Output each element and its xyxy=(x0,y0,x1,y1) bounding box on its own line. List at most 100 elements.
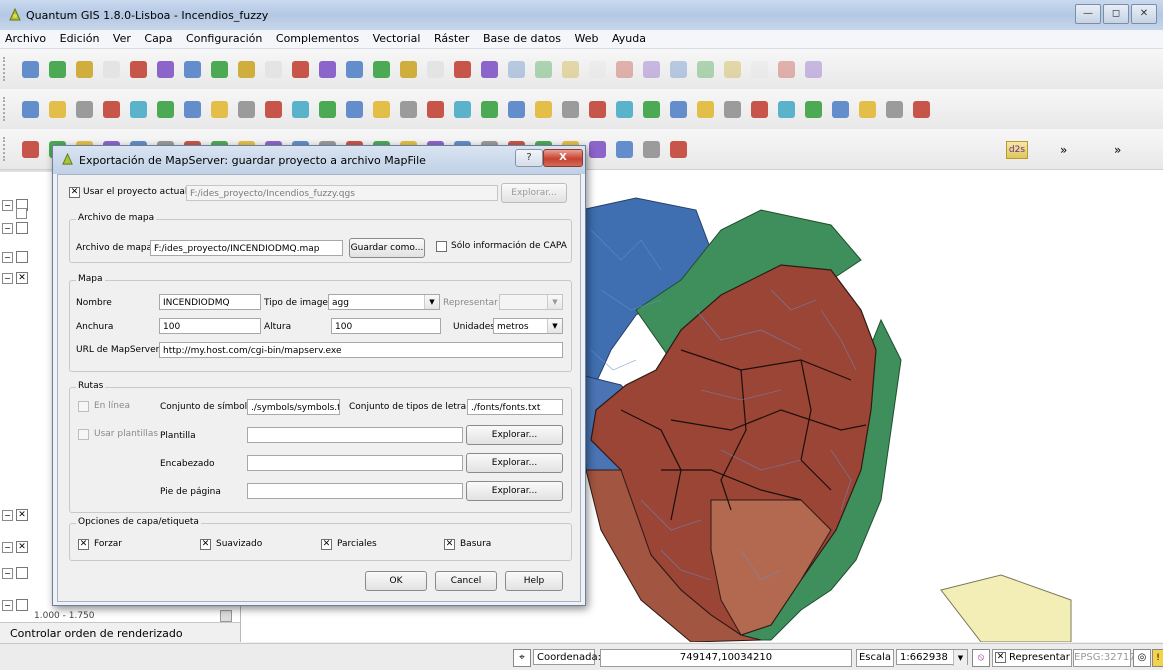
toolbar2-tool-icon[interactable] xyxy=(265,101,282,118)
toolbar1-tool-icon[interactable] xyxy=(76,61,93,78)
toolbar2-tool-icon[interactable] xyxy=(400,101,417,118)
toolbar3-tool-icon[interactable] xyxy=(670,141,687,158)
toolbar1-tool-icon[interactable] xyxy=(670,61,687,78)
symbols-field[interactable]: ./symbols/symbols.txt xyxy=(247,399,340,415)
toolbar1-tool-icon[interactable] xyxy=(508,61,525,78)
toolbar-overflow-1[interactable]: » xyxy=(1060,143,1067,157)
toolbar1-tool-icon[interactable] xyxy=(346,61,363,78)
cancel-button[interactable]: Cancel xyxy=(435,571,497,591)
menu-web[interactable]: Web xyxy=(569,30,603,45)
expand-icon[interactable]: − xyxy=(2,600,13,611)
expand-icon[interactable]: − xyxy=(2,252,13,263)
toolbar2-tool-icon[interactable] xyxy=(670,101,687,118)
toolbar1-tool-icon[interactable] xyxy=(535,61,552,78)
panel-scroll-down-icon[interactable] xyxy=(220,610,232,622)
toolbar-grip[interactable] xyxy=(3,97,9,121)
toolbar1-tool-icon[interactable] xyxy=(157,61,174,78)
toolbar2-tool-icon[interactable] xyxy=(805,101,822,118)
toolbar2-tool-icon[interactable] xyxy=(22,101,39,118)
units-combo[interactable]: metros ▼ xyxy=(493,318,563,334)
toolbar1-tool-icon[interactable] xyxy=(238,61,255,78)
layer-group-row[interactable]: − xyxy=(2,567,52,582)
toolbar2-tool-icon[interactable] xyxy=(49,101,66,118)
menu-archivo[interactable]: Archivo xyxy=(0,30,51,45)
toolbar-grip[interactable] xyxy=(3,57,9,81)
header-field[interactable] xyxy=(247,455,463,471)
layer-info-only-checkbox[interactable] xyxy=(436,241,447,252)
toolbar2-tool-icon[interactable] xyxy=(157,101,174,118)
coordinate-toggle-icon[interactable]: ⌖ xyxy=(513,649,531,667)
name-field[interactable]: INCENDIODMQ xyxy=(159,294,261,310)
toolbar1-tool-icon[interactable] xyxy=(616,61,633,78)
toolbar2-tool-icon[interactable] xyxy=(643,101,660,118)
toolbar2-tool-icon[interactable] xyxy=(130,101,147,118)
toolbar-overflow-2[interactable]: » xyxy=(1114,143,1121,157)
toolbar2-tool-icon[interactable] xyxy=(535,101,552,118)
toolbar1-tool-icon[interactable] xyxy=(265,61,282,78)
menu-raster[interactable]: Ráster xyxy=(429,30,474,45)
scale-dropdown-icon[interactable]: ▼ xyxy=(953,650,967,666)
toolbar2-tool-icon[interactable] xyxy=(427,101,444,118)
toolbar2-tool-icon[interactable] xyxy=(589,101,606,118)
width-field[interactable]: 100 xyxy=(159,318,261,334)
toolbar3-tool-icon[interactable] xyxy=(643,141,660,158)
layer-checkbox[interactable] xyxy=(16,222,28,234)
menu-complementos[interactable]: Complementos xyxy=(271,30,364,45)
fonts-field[interactable]: ./fonts/fonts.txt xyxy=(467,399,563,415)
expand-icon[interactable]: − xyxy=(2,273,13,284)
layer-group-row[interactable]: − ✕ xyxy=(2,541,52,556)
use-templates-checkbox[interactable] xyxy=(78,429,89,440)
url-field[interactable]: http://my.host.com/cgi-bin/mapserv.exe xyxy=(159,342,563,358)
toolbar3-tool-icon[interactable] xyxy=(22,141,39,158)
d2s-plugin-icon[interactable]: d2s xyxy=(1006,141,1028,159)
layer-group-row[interactable]: − ✕ xyxy=(2,272,52,287)
toolbar2-tool-icon[interactable] xyxy=(886,101,903,118)
layer-checkbox[interactable] xyxy=(16,567,28,579)
toolbar1-tool-icon[interactable] xyxy=(454,61,471,78)
minimize-button[interactable]: — xyxy=(1075,4,1101,24)
toolbar2-tool-icon[interactable] xyxy=(562,101,579,118)
toolbar2-tool-icon[interactable] xyxy=(616,101,633,118)
render-checkbox[interactable]: ✕ xyxy=(995,652,1006,663)
toolbar1-tool-icon[interactable] xyxy=(643,61,660,78)
partials-checkbox[interactable]: ✕ xyxy=(321,539,332,550)
map-file-field[interactable]: F:/ides_proyecto/INCENDIODMQ.map xyxy=(150,240,343,256)
expand-icon[interactable]: − xyxy=(2,568,13,579)
toolbar1-tool-icon[interactable] xyxy=(184,61,201,78)
use-project-checkbox[interactable]: ✕ xyxy=(69,187,80,198)
toolbar2-tool-icon[interactable] xyxy=(373,101,390,118)
toolbar2-tool-icon[interactable] xyxy=(454,101,471,118)
layer-checkbox[interactable] xyxy=(16,251,28,263)
toolbar2-tool-icon[interactable] xyxy=(778,101,795,118)
menu-capa[interactable]: Capa xyxy=(139,30,177,45)
layer-group-row[interactable]: − xyxy=(2,251,52,266)
represent-combo[interactable]: ▼ xyxy=(499,294,563,310)
crs-status[interactable]: EPSG:32717 xyxy=(1073,649,1136,667)
toolbar2-tool-icon[interactable] xyxy=(913,101,930,118)
force-checkbox[interactable]: ✕ xyxy=(78,539,89,550)
toolbar2-tool-icon[interactable] xyxy=(724,101,741,118)
browse-template-button[interactable]: Explorar... xyxy=(466,425,563,445)
toolbar1-tool-icon[interactable] xyxy=(562,61,579,78)
toolbar2-tool-icon[interactable] xyxy=(211,101,228,118)
toolbar1-tool-icon[interactable] xyxy=(130,61,147,78)
menu-configuracion[interactable]: Configuración xyxy=(181,30,267,45)
layer-group-row[interactable]: − xyxy=(2,222,52,237)
layer-checkbox[interactable]: ✕ xyxy=(16,509,28,521)
toolbar2-tool-icon[interactable] xyxy=(697,101,714,118)
browse-project-button[interactable]: Explorar... xyxy=(501,183,567,203)
toolbar-grip[interactable] xyxy=(3,137,9,161)
toolbar1-tool-icon[interactable] xyxy=(724,61,741,78)
menu-edicion[interactable]: Edición xyxy=(55,30,105,45)
toolbar2-tool-icon[interactable] xyxy=(184,101,201,118)
toolbar2-tool-icon[interactable] xyxy=(346,101,363,118)
toolbar2-tool-icon[interactable] xyxy=(292,101,309,118)
toolbar1-tool-icon[interactable] xyxy=(481,61,498,78)
toolbar3-tool-icon[interactable] xyxy=(589,141,606,158)
menu-vectorial[interactable]: Vectorial xyxy=(368,30,426,45)
toolbar2-tool-icon[interactable] xyxy=(832,101,849,118)
template-field[interactable] xyxy=(247,427,463,443)
project-path-field[interactable]: F:/ides_proyecto/Incendios_fuzzy.qgs xyxy=(186,185,498,201)
stop-render-icon[interactable]: ⦸ xyxy=(972,649,990,667)
units-dropdown-icon[interactable]: ▼ xyxy=(547,319,562,333)
